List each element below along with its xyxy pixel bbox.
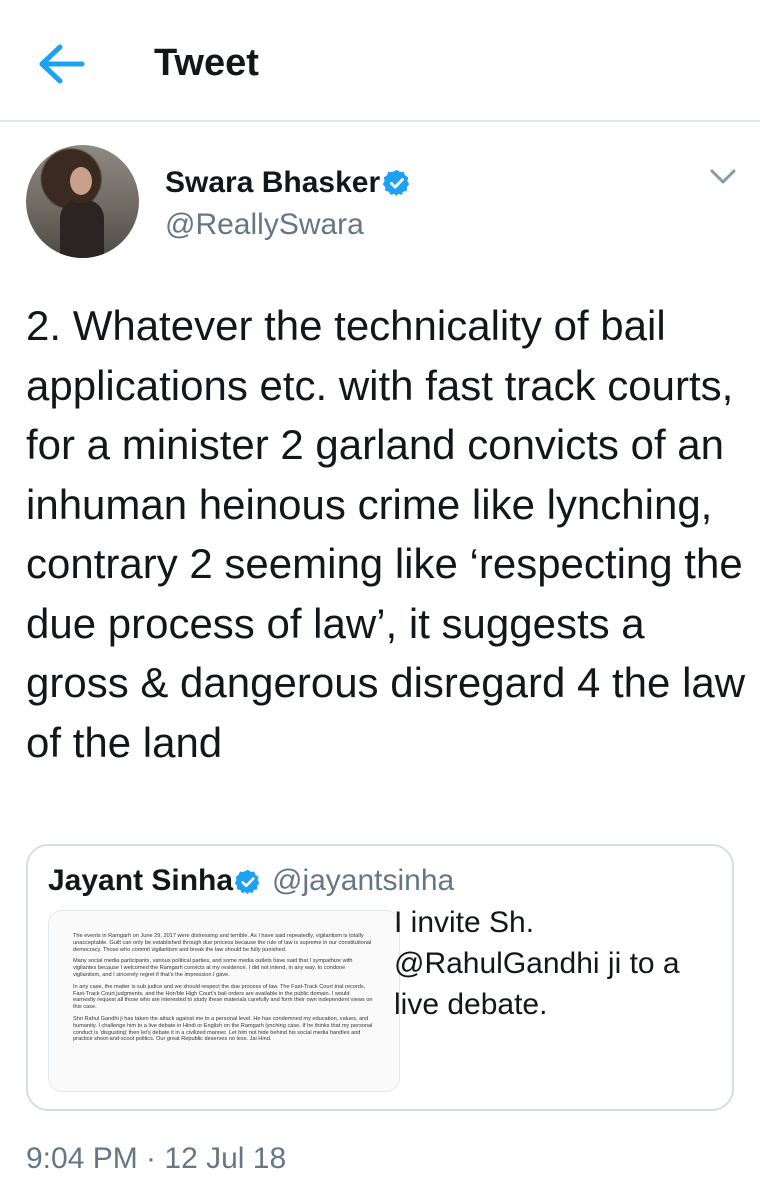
mention-link[interactable]: @RahulGandhi bbox=[394, 947, 600, 980]
tweet-timestamp: 9:04 PM · 12 Jul 18 bbox=[26, 1142, 287, 1175]
author-handle[interactable]: @ReallySwara bbox=[165, 208, 364, 242]
chevron-down-icon[interactable] bbox=[708, 166, 738, 188]
tweet-text: 2. Whatever the technicality of bail app… bbox=[26, 302, 746, 766]
author-name[interactable]: Swara Bhasker bbox=[165, 166, 380, 200]
statement-paragraph: The events in Ramgarh on June 29, 2017 w… bbox=[73, 933, 372, 953]
quoted-author-name: Jayant Sinha bbox=[48, 864, 234, 897]
back-button[interactable] bbox=[36, 42, 88, 86]
verified-badge-icon bbox=[234, 869, 260, 895]
top-bar: Tweet bbox=[0, 0, 760, 122]
quoted-tweet-card[interactable]: Jayant Sinha @jayantsinha The events in … bbox=[26, 844, 734, 1111]
verified-badge-icon bbox=[382, 169, 410, 197]
avatar-figure bbox=[60, 200, 104, 258]
avatar-face bbox=[70, 167, 92, 195]
quoted-tweet-text: I invite Sh. @RahulGandhi ji to a live d… bbox=[394, 902, 714, 1025]
arrow-left-icon bbox=[39, 44, 85, 84]
statement-paragraph: In any case, the matter is sub judice an… bbox=[73, 983, 373, 1011]
quoted-author-handle: @jayantsinha bbox=[272, 864, 455, 897]
quoted-text-prefix: I invite Sh. bbox=[394, 906, 535, 939]
statement-paragraph: Many social media participants, various … bbox=[73, 958, 353, 978]
avatar[interactable] bbox=[26, 145, 139, 258]
quoted-statement-image[interactable]: The events in Ramgarh on June 29, 2017 w… bbox=[48, 910, 400, 1092]
page-title: Tweet bbox=[154, 42, 259, 84]
statement-paragraph: Shri Rahul Gandhi ji has taken the attac… bbox=[73, 1015, 373, 1043]
